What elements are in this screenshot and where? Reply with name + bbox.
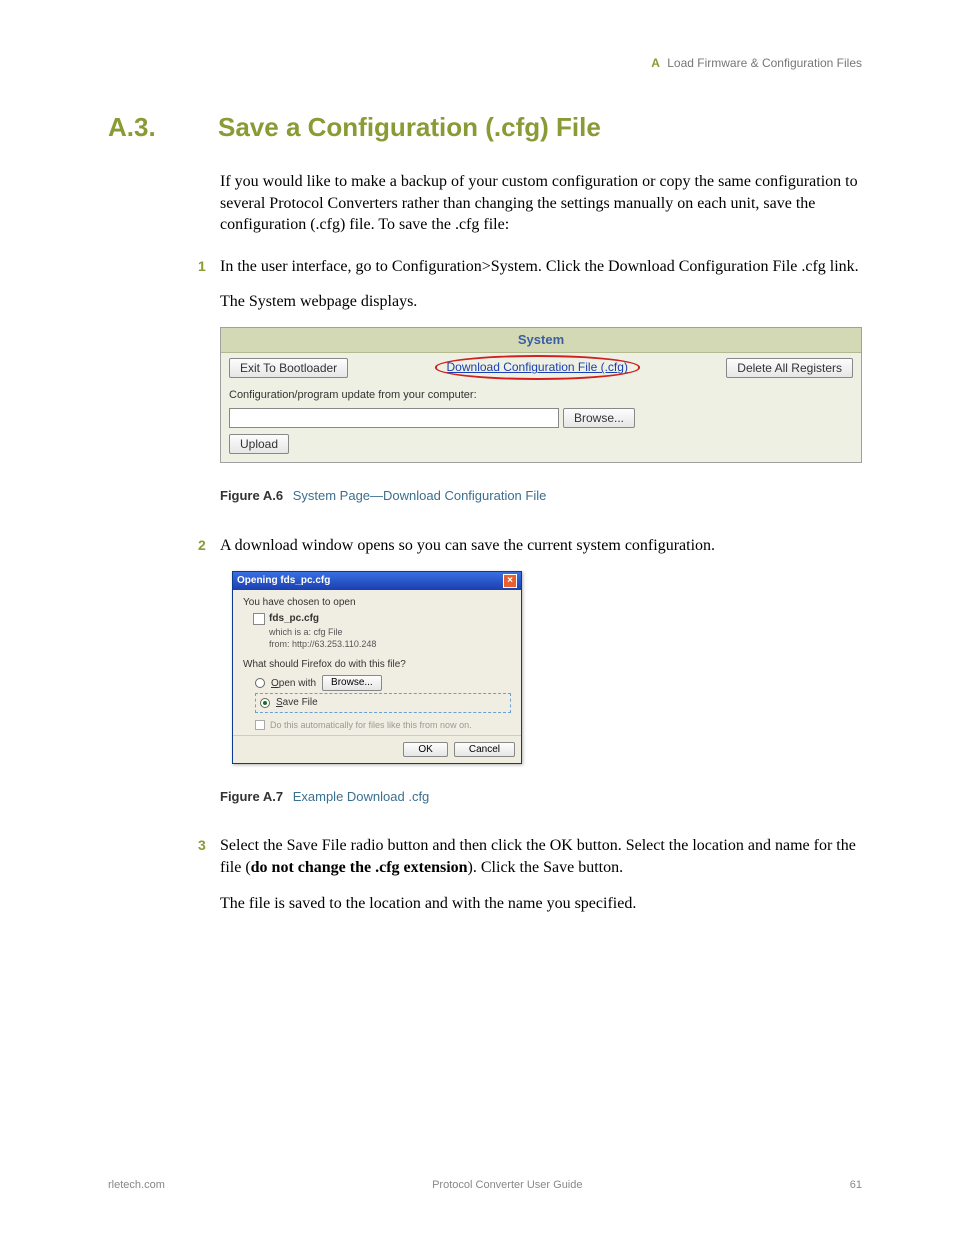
step-2: 2 A download window opens so you can sav… — [220, 535, 862, 557]
cancel-button[interactable]: Cancel — [454, 742, 515, 757]
dialog-titlebar: Opening fds_pc.cfg × — [233, 572, 521, 590]
step-3-text: Select the Save File radio button and th… — [220, 835, 862, 878]
download-dialog-figure: Opening fds_pc.cfg × You have chosen to … — [232, 571, 522, 764]
ok-button[interactable]: OK — [403, 742, 447, 757]
section-title-text: Save a Configuration (.cfg) File — [218, 112, 601, 142]
step-number: 3 — [198, 836, 206, 855]
system-panel-figure: System Exit To Bootloader Download Confi… — [220, 327, 862, 463]
auto-checkbox[interactable] — [255, 720, 265, 730]
exit-to-bootloader-button[interactable]: Exit To Bootloader — [229, 358, 348, 378]
figure-a6-caption: Figure A.6 System Page—Download Configur… — [220, 487, 862, 505]
dialog-from: from: http://63.253.110.248 — [269, 638, 511, 650]
close-icon[interactable]: × — [503, 574, 517, 588]
save-file-option[interactable]: Save File — [255, 693, 511, 713]
figure-a7-caption: Figure A.7 Example Download .cfg — [220, 788, 862, 806]
intro-paragraph: If you would like to make a backup of yo… — [220, 171, 862, 236]
step-number: 2 — [198, 536, 206, 555]
footer-left: rletech.com — [108, 1179, 165, 1191]
upload-button[interactable]: Upload — [229, 434, 289, 454]
auto-option[interactable]: Do this automatically for files like thi… — [255, 719, 511, 731]
update-label: Configuration/program update from your c… — [221, 388, 861, 409]
footer-center: Protocol Converter User Guide — [432, 1179, 582, 1191]
step-3-after: The file is saved to the location and wi… — [220, 893, 862, 915]
system-panel-title: System — [221, 328, 861, 353]
step-3-text-b: ). Click the Save button. — [468, 859, 624, 876]
save-file-label: Save File — [276, 696, 318, 710]
page-running-header: A Load Firmware & Configuration Files — [108, 56, 862, 70]
figure-a7-title: Example Download .cfg — [293, 789, 430, 804]
delete-all-registers-button[interactable]: Delete All Registers — [726, 358, 853, 378]
section-heading: A.3.Save a Configuration (.cfg) File — [108, 112, 862, 143]
browse-button[interactable]: Browse... — [563, 408, 635, 428]
download-config-link[interactable]: Download Configuration File (.cfg) — [447, 360, 628, 374]
radio-save-file[interactable] — [260, 698, 270, 708]
figure-a6-label: Figure A.6 — [220, 488, 283, 503]
step-1-after: The System webpage displays. — [220, 291, 862, 313]
step-number: 1 — [198, 257, 206, 276]
open-with-browse-button[interactable]: Browse... — [322, 675, 382, 691]
auto-label: Do this automatically for files like thi… — [270, 719, 472, 731]
file-path-input[interactable] — [229, 408, 559, 428]
download-link-highlight: Download Configuration File (.cfg) — [447, 359, 628, 375]
radio-open-with[interactable] — [255, 678, 265, 688]
file-icon — [253, 613, 265, 625]
step-1-text: In the user interface, go to Configurati… — [220, 256, 862, 278]
dialog-title: Opening fds_pc.cfg — [237, 574, 330, 588]
section-number: A.3. — [108, 112, 218, 143]
appendix-letter: A — [651, 56, 660, 70]
step-1: 1 In the user interface, go to Configura… — [220, 256, 862, 313]
dialog-which-is: which is a: cfg File — [269, 626, 511, 638]
dialog-chosen-text: You have chosen to open — [243, 596, 511, 610]
step-2-text: A download window opens so you can save … — [220, 535, 862, 557]
footer-right: 61 — [850, 1179, 862, 1191]
figure-a6-title: System Page—Download Configuration File — [293, 488, 547, 503]
dialog-question: What should Firefox do with this file? — [243, 658, 511, 672]
step-3-text-bold: do not change the .cfg extension — [251, 859, 468, 876]
open-with-option[interactable]: Open with Browse... — [255, 675, 511, 691]
page-footer: rletech.com Protocol Converter User Guid… — [108, 1179, 862, 1191]
step-3: 3 Select the Save File radio button and … — [220, 835, 862, 914]
appendix-title: Load Firmware & Configuration Files — [667, 56, 862, 70]
open-with-label: Open with — [271, 677, 316, 691]
dialog-filename: fds_pc.cfg — [269, 612, 319, 626]
figure-a7-label: Figure A.7 — [220, 789, 283, 804]
